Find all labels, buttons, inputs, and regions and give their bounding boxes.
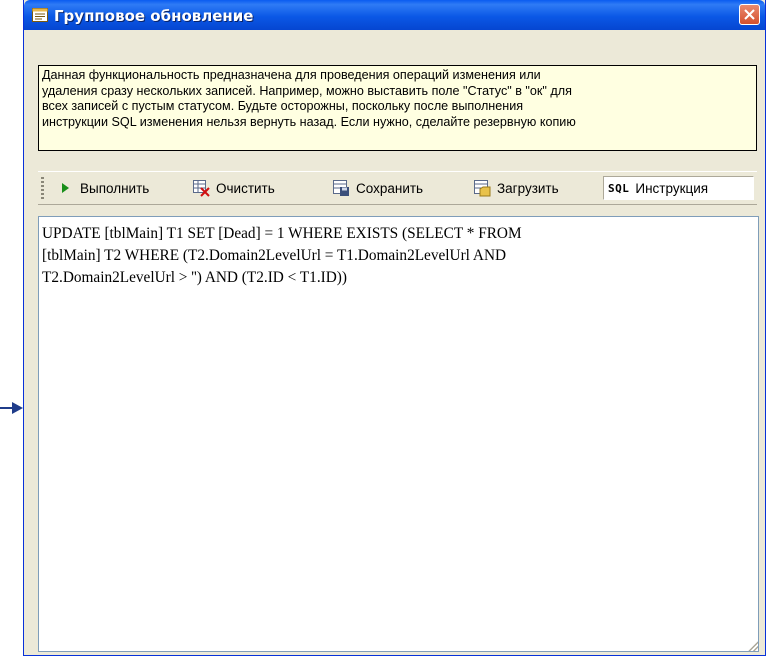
- info-line: всех записей с пустым статусом. Будьте о…: [42, 99, 524, 113]
- load-label: Загрузить: [497, 180, 559, 196]
- title-bar[interactable]: Групповое обновление: [24, 0, 765, 30]
- close-button[interactable]: [739, 4, 760, 25]
- form-grid-icon: [32, 8, 48, 22]
- close-icon: [744, 9, 755, 20]
- group-update-window: Групповое обновление Данная функциональн…: [23, 0, 766, 656]
- sql-badge: SQL: [608, 181, 630, 195]
- save-icon: [333, 180, 349, 196]
- clear-button[interactable]: Очистить: [188, 176, 279, 200]
- load-button[interactable]: Загрузить: [469, 176, 563, 200]
- sql-statement-tab[interactable]: SQL Инструкция: [603, 176, 754, 200]
- sql-line: [tblMain] T2 WHERE (T2.Domain2LevelUrl =…: [42, 247, 507, 264]
- toolbar: Выполнить Очистить Сохранить Загрузить S…: [38, 171, 757, 205]
- resize-grip[interactable]: [746, 639, 758, 651]
- clear-icon: [193, 180, 210, 197]
- pointer-arrow-icon: [0, 402, 23, 414]
- sql-text[interactable]: UPDATE [tblMain] T1 SET [Dead] = 1 WHERE…: [39, 217, 758, 289]
- sql-line: T2.Domain2LevelUrl > '') AND (T2.ID < T1…: [42, 269, 347, 286]
- save-label: Сохранить: [356, 180, 424, 196]
- sql-editor[interactable]: UPDATE [tblMain] T1 SET [Dead] = 1 WHERE…: [38, 216, 759, 652]
- info-line: удаления сразу нескольких записей. Напри…: [42, 83, 572, 98]
- info-line: Данная функциональность предназначена дл…: [42, 68, 541, 82]
- clear-label: Очистить: [216, 180, 275, 196]
- info-note: Данная функциональность предназначена дл…: [38, 65, 757, 151]
- run-label: Выполнить: [80, 180, 150, 196]
- sql-line: UPDATE [tblMain] T1 SET [Dead] = 1 WHERE…: [42, 225, 522, 242]
- save-button[interactable]: Сохранить: [328, 176, 427, 200]
- toolbar-grip[interactable]: [41, 177, 44, 199]
- info-line: инструкции SQL изменения нельзя вернуть …: [42, 114, 576, 129]
- window-title: Групповое обновление: [54, 7, 254, 25]
- play-icon: [62, 183, 69, 193]
- load-icon: [474, 180, 491, 197]
- sql-tab-label: Инструкция: [635, 180, 709, 196]
- run-button[interactable]: Выполнить: [52, 176, 153, 200]
